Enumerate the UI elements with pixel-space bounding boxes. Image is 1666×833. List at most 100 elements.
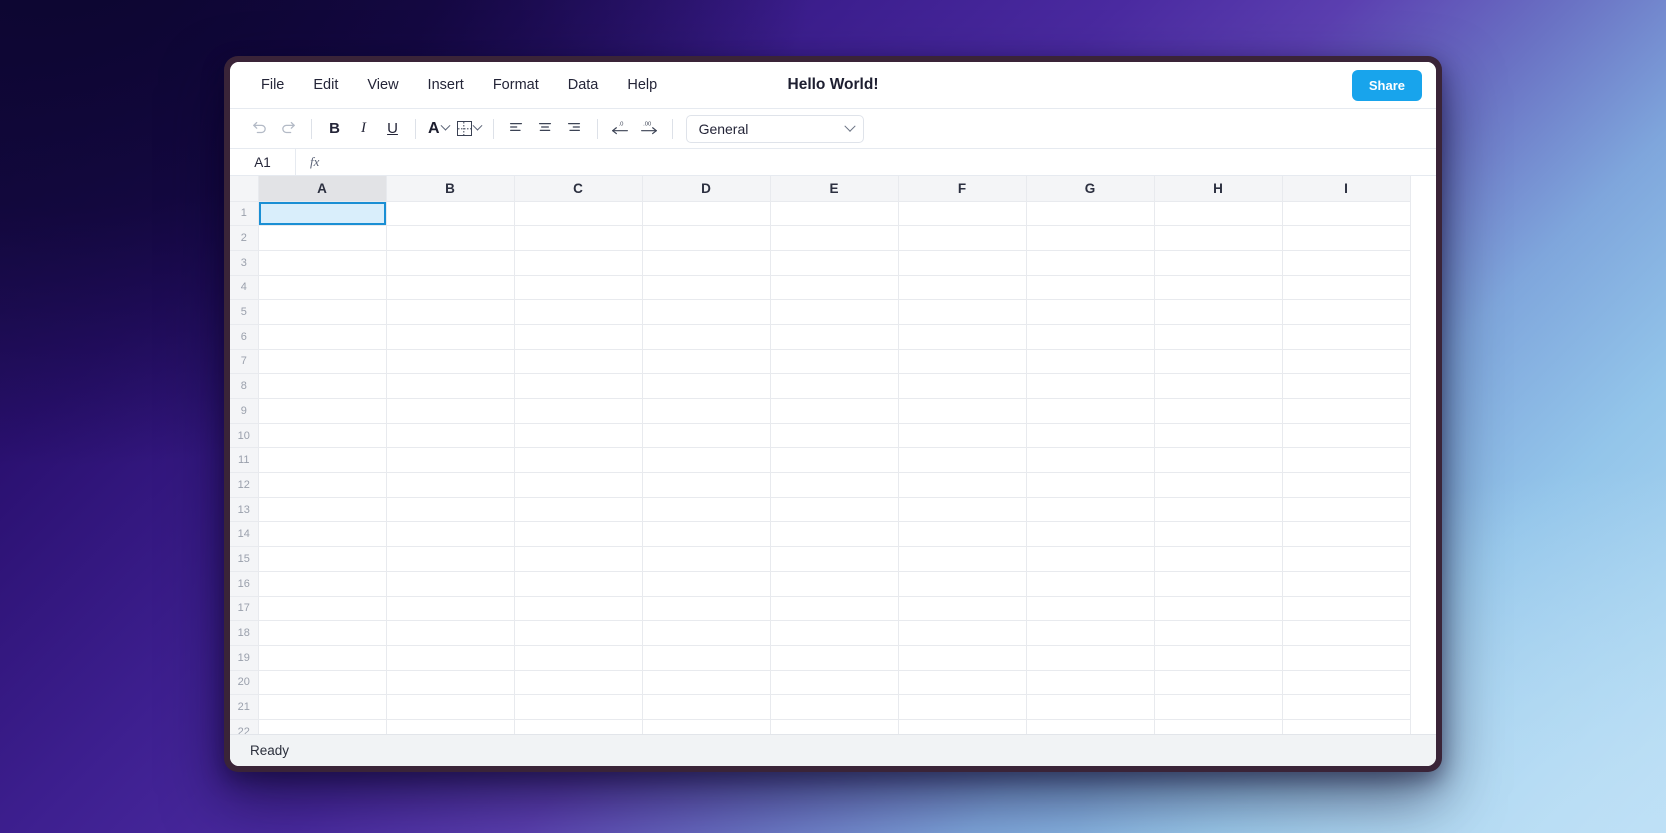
cell-f5[interactable] bbox=[898, 299, 1027, 325]
cell-b21[interactable] bbox=[386, 694, 515, 720]
cell-h10[interactable] bbox=[1154, 423, 1283, 449]
decrease-decimal-button[interactable]: .0 bbox=[607, 115, 634, 142]
cell-g8[interactable] bbox=[1026, 373, 1155, 399]
cell-e19[interactable] bbox=[770, 645, 899, 671]
cell-d4[interactable] bbox=[642, 275, 771, 301]
row-header-13[interactable]: 13 bbox=[230, 497, 259, 523]
cell-d11[interactable] bbox=[642, 447, 771, 474]
cell-f4[interactable] bbox=[898, 275, 1027, 301]
cell-b19[interactable] bbox=[386, 645, 515, 671]
row-header-14[interactable]: 14 bbox=[230, 521, 259, 548]
cell-b4[interactable] bbox=[386, 275, 515, 301]
row-header-3[interactable]: 3 bbox=[230, 250, 259, 276]
cell-e8[interactable] bbox=[770, 373, 899, 399]
borders-button[interactable] bbox=[454, 115, 484, 142]
cell-b17[interactable] bbox=[386, 596, 515, 622]
cell-c9[interactable] bbox=[514, 398, 643, 424]
cell-g19[interactable] bbox=[1026, 645, 1155, 671]
menu-item-edit[interactable]: Edit bbox=[300, 72, 351, 98]
cell-h20[interactable] bbox=[1154, 670, 1283, 696]
cell-e1[interactable] bbox=[770, 201, 899, 227]
cell-a1[interactable] bbox=[258, 201, 387, 227]
cell-c20[interactable] bbox=[514, 670, 643, 696]
cell-g10[interactable] bbox=[1026, 423, 1155, 449]
cell-h13[interactable] bbox=[1154, 497, 1283, 523]
cell-a19[interactable] bbox=[258, 645, 387, 671]
cell-f12[interactable] bbox=[898, 472, 1027, 498]
cell-i5[interactable] bbox=[1282, 299, 1411, 325]
cell-c4[interactable] bbox=[514, 275, 643, 301]
cell-a7[interactable] bbox=[258, 349, 387, 375]
cell-c11[interactable] bbox=[514, 447, 643, 474]
cell-a10[interactable] bbox=[258, 423, 387, 449]
row-header-21[interactable]: 21 bbox=[230, 694, 259, 720]
row-header-11[interactable]: 11 bbox=[230, 447, 259, 474]
row-header-8[interactable]: 8 bbox=[230, 373, 259, 399]
cell-c18[interactable] bbox=[514, 620, 643, 646]
cell-b15[interactable] bbox=[386, 546, 515, 572]
cell-e16[interactable] bbox=[770, 571, 899, 597]
name-box[interactable]: A1 bbox=[230, 149, 296, 175]
cell-b1[interactable] bbox=[386, 201, 515, 227]
cell-a9[interactable] bbox=[258, 398, 387, 424]
cell-c12[interactable] bbox=[514, 472, 643, 498]
cell-d21[interactable] bbox=[642, 694, 771, 720]
cell-f14[interactable] bbox=[898, 521, 1027, 548]
cell-a5[interactable] bbox=[258, 299, 387, 325]
row-header-19[interactable]: 19 bbox=[230, 645, 259, 671]
cell-d22[interactable] bbox=[642, 719, 771, 734]
align-left-button[interactable] bbox=[503, 115, 530, 142]
cell-b20[interactable] bbox=[386, 670, 515, 696]
column-header-e[interactable]: E bbox=[770, 176, 899, 202]
cell-e10[interactable] bbox=[770, 423, 899, 449]
cell-e20[interactable] bbox=[770, 670, 899, 696]
cell-a11[interactable] bbox=[258, 447, 387, 474]
cell-e4[interactable] bbox=[770, 275, 899, 301]
column-header-b[interactable]: B bbox=[386, 176, 515, 202]
row-header-22[interactable]: 22 bbox=[230, 719, 259, 734]
cell-i9[interactable] bbox=[1282, 398, 1411, 424]
column-header-h[interactable]: H bbox=[1154, 176, 1283, 202]
cell-i15[interactable] bbox=[1282, 546, 1411, 572]
cell-i14[interactable] bbox=[1282, 521, 1411, 548]
cell-d20[interactable] bbox=[642, 670, 771, 696]
cell-g4[interactable] bbox=[1026, 275, 1155, 301]
cell-c10[interactable] bbox=[514, 423, 643, 449]
cell-a18[interactable] bbox=[258, 620, 387, 646]
cell-c2[interactable] bbox=[514, 225, 643, 251]
cell-i21[interactable] bbox=[1282, 694, 1411, 720]
cell-d15[interactable] bbox=[642, 546, 771, 572]
cell-d19[interactable] bbox=[642, 645, 771, 671]
cell-g2[interactable] bbox=[1026, 225, 1155, 251]
cell-f17[interactable] bbox=[898, 596, 1027, 622]
cell-g7[interactable] bbox=[1026, 349, 1155, 375]
cell-g11[interactable] bbox=[1026, 447, 1155, 474]
cell-c3[interactable] bbox=[514, 250, 643, 276]
column-header-c[interactable]: C bbox=[514, 176, 643, 202]
row-header-12[interactable]: 12 bbox=[230, 472, 259, 498]
cell-b11[interactable] bbox=[386, 447, 515, 474]
cell-h22[interactable] bbox=[1154, 719, 1283, 734]
cell-f16[interactable] bbox=[898, 571, 1027, 597]
cell-a12[interactable] bbox=[258, 472, 387, 498]
cell-d2[interactable] bbox=[642, 225, 771, 251]
cell-d10[interactable] bbox=[642, 423, 771, 449]
menu-item-data[interactable]: Data bbox=[555, 72, 612, 98]
cell-b3[interactable] bbox=[386, 250, 515, 276]
cell-a14[interactable] bbox=[258, 521, 387, 548]
italic-button[interactable]: I bbox=[350, 115, 377, 142]
cell-b13[interactable] bbox=[386, 497, 515, 523]
cell-g21[interactable] bbox=[1026, 694, 1155, 720]
cell-g1[interactable] bbox=[1026, 201, 1155, 227]
cell-i2[interactable] bbox=[1282, 225, 1411, 251]
underline-button[interactable]: U bbox=[379, 115, 406, 142]
row-header-17[interactable]: 17 bbox=[230, 596, 259, 622]
cell-h15[interactable] bbox=[1154, 546, 1283, 572]
cell-i11[interactable] bbox=[1282, 447, 1411, 474]
row-header-18[interactable]: 18 bbox=[230, 620, 259, 646]
cell-b12[interactable] bbox=[386, 472, 515, 498]
cell-i17[interactable] bbox=[1282, 596, 1411, 622]
cell-f21[interactable] bbox=[898, 694, 1027, 720]
cell-a17[interactable] bbox=[258, 596, 387, 622]
cell-b18[interactable] bbox=[386, 620, 515, 646]
